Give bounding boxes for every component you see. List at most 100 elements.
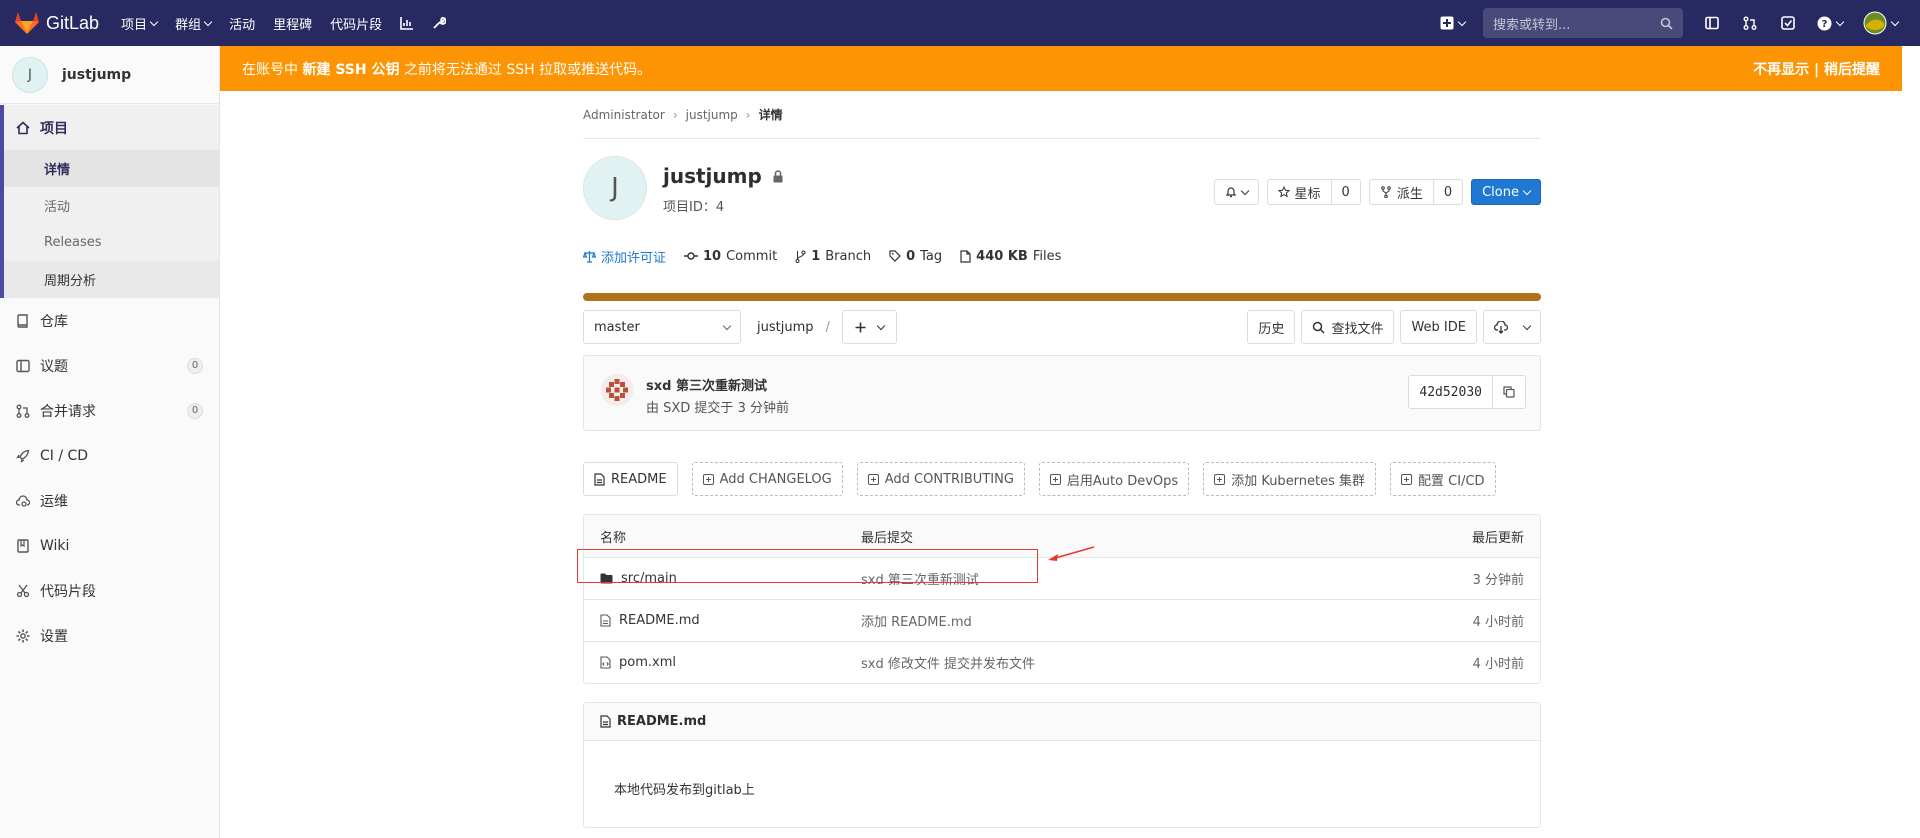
commits-stat[interactable]: 10 Commit — [684, 249, 777, 264]
file-last-commit[interactable]: sxd 修改文件 提交并发布文件 — [861, 653, 1364, 672]
clone-dropdown-button[interactable]: Clone — [1471, 179, 1541, 205]
gear-icon — [16, 629, 30, 642]
add-contributing-button[interactable]: Add CONTRIBUTING — [856, 462, 1025, 496]
file-name-cell[interactable]: README.md — [600, 613, 861, 628]
sidebar-item-operations[interactable]: 运维 — [0, 478, 219, 523]
fork-count[interactable]: 0 — [1432, 180, 1462, 204]
notification-dropdown[interactable] — [1213, 179, 1259, 205]
last-commit-title[interactable]: sxd 第三次重新测试 — [646, 375, 767, 394]
web-ide-button[interactable]: Web IDE — [1400, 310, 1477, 344]
sidebar-sub-details[interactable]: 详情 — [0, 150, 219, 187]
add-kubernetes-cluster-button[interactable]: 添加 Kubernetes 集群 — [1203, 462, 1377, 496]
star-button[interactable]: 星标 0 — [1266, 179, 1361, 205]
sidebar-project-header[interactable]: J justjump — [0, 46, 219, 104]
file-icon — [594, 472, 605, 486]
find-file-button[interactable]: 查找文件 — [1301, 310, 1395, 344]
nav-chart-icon[interactable] — [400, 16, 414, 30]
commit-sha[interactable]: 42d52030 — [1409, 376, 1492, 408]
history-button[interactable]: 历史 — [1247, 310, 1296, 344]
plus-square-icon — [1401, 473, 1413, 485]
user-menu[interactable] — [1863, 11, 1900, 35]
project-avatar-small: J — [12, 56, 48, 93]
tree-toolbar: master justjump / 历史 查找文件 Web IDE — [583, 310, 1541, 344]
sidebar-item-merge-requests[interactable]: 合并请求 0 — [0, 388, 219, 433]
merge-requests-button[interactable] — [1741, 14, 1759, 32]
dont-show-again-link[interactable]: 不再显示 — [1753, 62, 1809, 78]
col-updated-header: 最后更新 — [1471, 530, 1524, 546]
file-last-commit[interactable]: 添加 README.md — [861, 611, 1364, 630]
annotation-arrow-icon — [1048, 546, 1095, 561]
commit-icon — [684, 252, 699, 260]
sidebar-item-label: 设置 — [40, 628, 68, 645]
file-name-cell[interactable]: pom.xml — [600, 655, 861, 670]
sidebar-toggle-button[interactable] — [1703, 14, 1721, 32]
sidebar-item-wiki[interactable]: Wiki — [0, 523, 219, 568]
project-name[interactable]: justjump — [663, 164, 762, 188]
new-dropdown[interactable] — [1440, 16, 1467, 30]
file-name: README.md — [619, 613, 700, 628]
tags-stat[interactable]: 0 Tag — [889, 249, 942, 264]
sidebar-item-issues[interactable]: 议题 0 — [0, 343, 219, 388]
todos-button[interactable] — [1779, 14, 1797, 32]
add-to-tree-dropdown[interactable] — [841, 310, 897, 344]
sidebar-item-project[interactable]: 项目 — [0, 105, 219, 150]
col-name-header: 名称 — [600, 530, 627, 546]
table-row[interactable]: README.md 添加 README.md 4 小时前 — [584, 599, 1540, 641]
sidebar-item-repository[interactable]: 仓库 — [0, 298, 219, 343]
add-license-link[interactable]: 添加许可证 — [583, 247, 666, 266]
sidebar-item-settings[interactable]: 设置 — [0, 613, 219, 658]
plus-square-icon — [1049, 473, 1061, 485]
nav-groups[interactable]: 群组 — [175, 14, 213, 33]
remind-later-link[interactable]: 稍后提醒 — [1824, 62, 1880, 78]
readme-quick-button[interactable]: README — [583, 462, 678, 496]
breadcrumb-owner[interactable]: Administrator — [583, 108, 665, 122]
plus-square-icon — [1214, 473, 1226, 485]
breadcrumb-current[interactable]: 详情 — [759, 106, 783, 123]
help-dropdown[interactable]: ? — [1817, 16, 1845, 31]
sidebar-item-ci-cd[interactable]: CI / CD — [0, 433, 219, 478]
nav-projects[interactable]: 项目 — [121, 14, 159, 33]
quick-label: 启用Auto DevOps — [1066, 473, 1179, 489]
web-ide-label: Web IDE — [1411, 319, 1466, 335]
enable-auto-devops-button[interactable]: 启用Auto DevOps — [1038, 462, 1190, 496]
chevron-down-icon — [1522, 321, 1532, 330]
chevron-down-icon — [203, 17, 213, 26]
download-dropdown[interactable] — [1483, 310, 1541, 344]
sidebar-sub-activity[interactable]: 活动 — [0, 187, 219, 224]
sidebar-sub-releases[interactable]: Releases — [0, 224, 219, 261]
col-commit-header: 最后提交 — [861, 530, 914, 546]
files-stat[interactable]: 440 KB Files — [960, 249, 1061, 264]
add-changelog-button[interactable]: Add CHANGELOG — [691, 462, 843, 496]
gitlab-logo[interactable]: GitLab — [14, 11, 99, 35]
configure-ci-cd-button[interactable]: 配置 CI/CD — [1390, 462, 1496, 496]
table-row[interactable]: pom.xml sxd 修改文件 提交并发布文件 4 小时前 — [584, 641, 1540, 683]
fork-button[interactable]: 派生 0 — [1368, 179, 1464, 205]
branch-select[interactable]: master — [583, 310, 741, 344]
project-sidebar: J justjump 项目 详情 活动 Releases 周期分析 仓库 议题 … — [0, 46, 220, 838]
copy-icon — [1503, 386, 1515, 398]
sidebar-sub-cycle-analytics[interactable]: 周期分析 — [0, 261, 219, 298]
committer-avatar[interactable] — [600, 373, 634, 407]
add-ssh-key-link[interactable]: 新建 SSH 公钥 — [302, 62, 399, 78]
nav-milestones[interactable]: 里程碑 — [273, 14, 312, 33]
help-icon: ? — [1817, 16, 1832, 30]
repository-language-bar[interactable] — [583, 293, 1541, 301]
nav-activity[interactable]: 活动 — [229, 14, 255, 33]
nav-admin-wrench[interactable] — [432, 16, 447, 30]
gitlab-fox-icon — [15, 12, 39, 34]
copy-sha-button[interactable] — [1492, 376, 1525, 408]
wiki-book-icon — [17, 538, 29, 553]
sidebar-item-snippets[interactable]: 代码片段 — [0, 568, 219, 613]
search-input[interactable]: 搜索或转到... — [1483, 8, 1683, 38]
nav-snippets[interactable]: 代码片段 — [330, 14, 382, 33]
branches-stat[interactable]: 1 Branch — [795, 249, 871, 264]
merge-request-icon — [16, 404, 30, 418]
tag-count: 0 — [906, 248, 916, 264]
readme-title[interactable]: README.md — [617, 714, 706, 729]
nav-activity-label: 活动 — [229, 17, 256, 33]
star-count[interactable]: 0 — [1330, 180, 1360, 204]
file-last-update: 4 小时前 — [1472, 657, 1524, 672]
breadcrumb-project[interactable]: justjump — [686, 108, 738, 122]
download-cloud-icon — [1494, 320, 1508, 334]
tree-path-root[interactable]: justjump — [757, 320, 814, 335]
